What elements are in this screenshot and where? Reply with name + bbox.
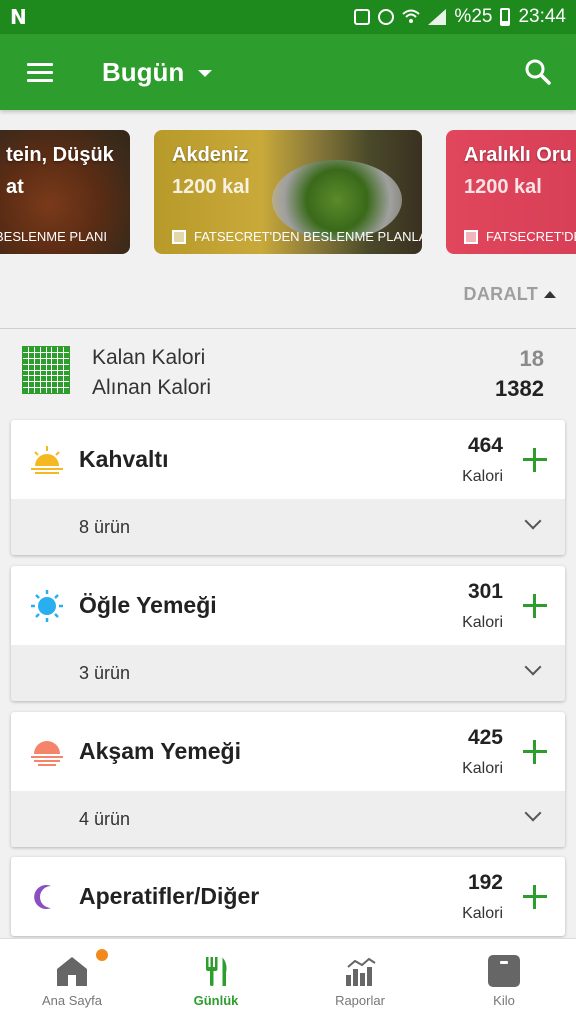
- meal-item-count: 3 ürün: [79, 663, 131, 683]
- meal-calories-unit: Kalori: [462, 905, 503, 922]
- scale-icon: [488, 955, 520, 987]
- date-selector[interactable]: Bugün: [102, 56, 213, 88]
- meal-header[interactable]: Kahvaltı 464 Kalori: [11, 420, 565, 499]
- promo-card[interactable]: Akdeniz 1200 kal FATSECRET'DEN BESLENME …: [154, 130, 422, 254]
- wifi-icon: [402, 9, 421, 23]
- battery-icon: [500, 8, 511, 26]
- meal-items-toggle[interactable]: 3 ürün: [11, 645, 565, 701]
- calorie-summary[interactable]: Kalan Kalori 18 Alınan Kalori 1382: [0, 340, 576, 406]
- add-food-button[interactable]: [519, 444, 551, 476]
- recycle-icon: [354, 9, 371, 25]
- sunset-icon: [31, 741, 63, 766]
- meal-header[interactable]: Akşam Yemeği 425 Kalori: [11, 712, 565, 791]
- meal-calories-unit: Kalori: [462, 614, 503, 631]
- dropdown-caret-icon: [198, 69, 213, 77]
- nav-diary[interactable]: Günlük: [144, 939, 288, 1024]
- remaining-calories-label: Kalan Kalori: [92, 346, 206, 369]
- promo-tag: FATSECRET'DEN BESLENME PLANLA: [172, 229, 422, 244]
- meal-name: Aperatifler/Diğer: [79, 883, 260, 909]
- clock: 23:44: [518, 6, 566, 27]
- battery-percent: %25: [454, 6, 493, 27]
- promo-title: Akdeniz: [172, 144, 249, 166]
- fork-knife-icon: [206, 957, 227, 986]
- home-icon: [57, 957, 87, 986]
- status-icons: %25 23:44: [354, 6, 566, 28]
- meal-item-count: 8 ürün: [79, 517, 131, 537]
- salad-image: [272, 160, 402, 240]
- meal-calories: 425: [467, 726, 503, 749]
- consumed-calories-label: Alınan Kalori: [92, 376, 212, 399]
- nav-label: Ana Sayfa: [42, 993, 102, 1008]
- promo-tag: N BESLENME PLANI: [0, 229, 107, 244]
- calorie-grid-icon: [22, 346, 70, 394]
- meal-header[interactable]: Öğle Yemeği 301 Kalori: [11, 566, 565, 645]
- meal-card-snacks[interactable]: Aperatifler/Diğer 192 Kalori: [11, 857, 565, 936]
- chevron-down-icon: [524, 804, 542, 822]
- meal-plan-carousel[interactable]: tein, Düşük at N BESLENME PLANI Akdeniz …: [0, 130, 576, 254]
- meal-name: Kahvaltı: [79, 446, 169, 472]
- meal-calories: 301: [467, 580, 503, 603]
- promo-title: tein, Düşük: [6, 144, 114, 166]
- app-bar: Bugün: [0, 34, 576, 110]
- nav-weight[interactable]: Kilo: [432, 939, 576, 1024]
- page-title: Bugün: [102, 56, 185, 87]
- nav-reports[interactable]: Raporlar: [288, 939, 432, 1024]
- status-bar: N %25 23:44: [0, 0, 576, 34]
- moon-icon: [34, 885, 51, 909]
- meal-items-toggle[interactable]: 4 ürün: [11, 791, 565, 847]
- map-icon: [464, 229, 478, 244]
- sunrise-icon: [31, 446, 63, 474]
- remaining-calories-value: 18: [519, 346, 544, 371]
- meal-header[interactable]: Aperatifler/Diğer 192 Kalori: [11, 857, 565, 936]
- meal-items-toggle[interactable]: 8 ürün: [11, 499, 565, 555]
- meal-card-breakfast[interactable]: Kahvaltı 464 Kalori 8 ürün: [11, 420, 565, 555]
- alarm-icon: [378, 9, 395, 25]
- meal-card-lunch[interactable]: Öğle Yemeği 301 Kalori 3 ürün: [11, 566, 565, 701]
- notification-dot: [96, 949, 108, 961]
- menu-icon: [27, 62, 53, 66]
- promo-calories: at: [6, 176, 24, 198]
- collapse-button[interactable]: DARALT: [464, 284, 556, 305]
- meal-name: Öğle Yemeği: [79, 592, 217, 618]
- chevron-down-icon: [524, 658, 542, 676]
- promo-calories: 1200 kal: [464, 176, 542, 198]
- consumed-calories-value: 1382: [495, 376, 544, 401]
- meal-calories: 192: [467, 871, 503, 894]
- meal-calories-unit: Kalori: [462, 760, 503, 777]
- add-food-button[interactable]: [519, 736, 551, 768]
- signal-icon: [428, 9, 447, 25]
- promo-title: Aralıklı Oru: [464, 144, 572, 166]
- divider: [0, 328, 576, 329]
- promo-card[interactable]: tein, Düşük at N BESLENME PLANI: [0, 130, 130, 254]
- nav-home[interactable]: Ana Sayfa: [0, 939, 144, 1024]
- chart-icon: [346, 957, 376, 986]
- meal-item-count: 4 ürün: [79, 809, 131, 829]
- collapse-label: DARALT: [463, 284, 538, 304]
- bottom-navigation: Ana Sayfa Günlük Raporlar Kilo: [0, 938, 576, 1024]
- nav-label: Günlük: [193, 993, 239, 1008]
- add-food-button[interactable]: [519, 881, 551, 913]
- chevron-down-icon: [524, 512, 542, 530]
- promo-tag: FATSECRET'DE: [464, 229, 576, 244]
- map-icon: [172, 229, 186, 244]
- meal-card-dinner[interactable]: Akşam Yemeği 425 Kalori 4 ürün: [11, 712, 565, 847]
- nav-label: Kilo: [493, 993, 515, 1008]
- meal-calories-unit: Kalori: [462, 468, 503, 485]
- notification-n-icon: N: [10, 5, 27, 29]
- search-icon: [525, 59, 551, 85]
- promo-card[interactable]: Aralıklı Oru 1200 kal FATSECRET'DE: [446, 130, 576, 254]
- search-button[interactable]: [500, 34, 576, 110]
- chevron-up-icon: [544, 291, 556, 298]
- add-food-button[interactable]: [519, 590, 551, 622]
- promo-calories: 1200 kal: [172, 176, 250, 198]
- menu-button[interactable]: [0, 34, 80, 110]
- nav-label: Raporlar: [335, 993, 385, 1008]
- meal-name: Akşam Yemeği: [79, 738, 241, 764]
- meal-calories: 464: [467, 434, 503, 457]
- sun-icon: [31, 590, 63, 622]
